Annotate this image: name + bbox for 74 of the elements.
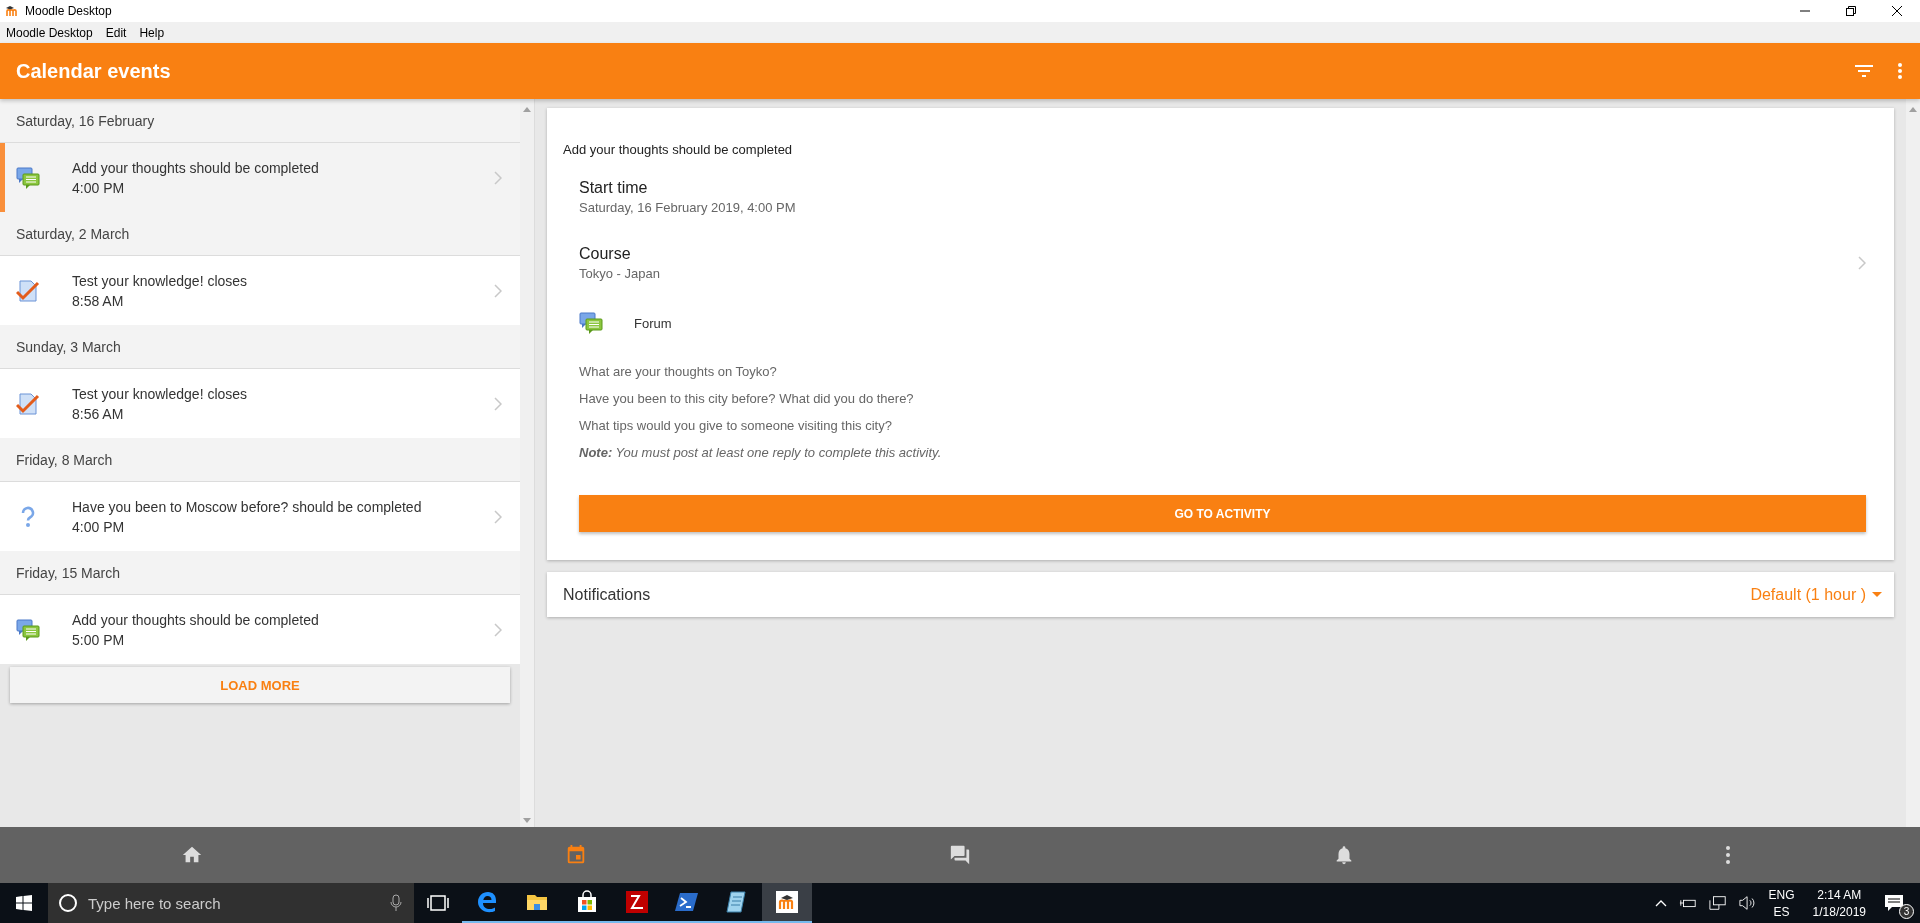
restore-icon — [1846, 6, 1856, 16]
search-bar[interactable]: Type here to search — [48, 883, 414, 923]
shopping-bag-icon — [575, 890, 599, 914]
date-heading: Friday, 15 March — [16, 564, 120, 581]
description-text: Have you been to this city before? What did you do there? — [579, 390, 915, 407]
date-heading: Saturday, 16 February — [16, 112, 155, 129]
circle-icon — [58, 893, 78, 913]
event-time: 5:00 PM — [72, 631, 126, 648]
chat-bubbles-icon — [16, 617, 40, 642]
search-field[interactable]: Type here to search — [86, 893, 382, 913]
description-text: What tips would you give to someone visiting this city? — [579, 417, 893, 434]
field-value: Saturday, 16 February 2019, 4:00 PM — [579, 200, 797, 215]
clock-time[interactable]: 2:14 AM — [1817, 887, 1862, 902]
speaker-icon[interactable] — [1738, 895, 1757, 911]
checked-document-icon — [16, 391, 40, 416]
date-heading: Sunday, 3 March — [16, 338, 121, 355]
event-item[interactable]: Add your thoughts should be completed 5:00 PM — [0, 595, 520, 664]
date-heading: Saturday, 2 March — [16, 225, 130, 242]
notification-count: 3 — [1899, 904, 1914, 919]
event-item[interactable]: Add your thoughts should be completed 4:00 PM — [0, 143, 520, 212]
page-title: Calendar events — [16, 59, 171, 83]
field-label: Start time — [579, 179, 649, 197]
event-title: Test your knowledge! closes — [72, 385, 249, 402]
chevron-right-icon — [494, 396, 502, 411]
terminal-icon — [675, 890, 699, 914]
network-icon[interactable] — [1708, 895, 1727, 911]
event-item[interactable]: Test your knowledge! closes 8:58 AM — [0, 256, 520, 325]
notepad-icon — [725, 890, 749, 914]
task-view-icon — [427, 895, 449, 911]
notifications-label: Notifications — [563, 585, 651, 604]
square-zigzag-icon — [625, 890, 649, 914]
event-title: Have you been to Moscow before? should be completed — [72, 498, 423, 515]
taskbar-app[interactable] — [762, 883, 812, 923]
event-time: 4:00 PM — [72, 518, 126, 535]
event-title: Add your thoughts should be completed — [72, 159, 320, 176]
app-logo-icon — [5, 5, 19, 17]
minimize-icon — [1800, 10, 1810, 12]
field-value[interactable]: Tokyo - Japan — [579, 266, 1858, 281]
date-heading: Friday, 8 March — [16, 451, 113, 468]
moodle-app-icon — [775, 890, 799, 914]
clock-date[interactable]: 1/18/2019 — [1812, 904, 1866, 919]
event-time: 8:56 AM — [72, 405, 125, 422]
menu-item[interactable]: Help — [139, 25, 165, 40]
description-text: What are your thoughts on Toyko? — [579, 363, 778, 380]
window-title: Moodle Desktop — [25, 4, 112, 18]
note-text: Note: You must post at least one reply to complete this activity. — [579, 444, 943, 461]
keyboard-layout[interactable]: ES — [1773, 904, 1790, 919]
checked-document-icon — [16, 278, 40, 303]
notification-center-icon[interactable] — [1884, 894, 1904, 912]
event-item[interactable]: Test your knowledge! closes 8:56 AM — [0, 369, 520, 438]
event-item[interactable]: Have you been to Moscow before? should be completed 4:00 PM — [0, 482, 520, 551]
close-icon — [1892, 6, 1902, 16]
event-title: Add your thoughts should be completed — [563, 142, 794, 157]
dropdown-caret-icon — [1872, 592, 1882, 597]
event-title: Test your knowledge! closes — [72, 272, 249, 289]
menu-item[interactable]: Edit — [105, 25, 127, 40]
event-title: Add your thoughts should be completed — [72, 611, 320, 628]
chevron-up-icon[interactable] — [1654, 899, 1667, 907]
browser-e-icon — [475, 890, 499, 914]
language-indicator[interactable]: ENG — [1768, 887, 1795, 902]
module-name: Forum — [634, 315, 672, 331]
event-time: 4:00 PM — [72, 179, 126, 196]
field-label: Course — [579, 245, 632, 263]
microphone-icon[interactable] — [390, 894, 402, 912]
chat-bubbles-icon — [16, 165, 40, 190]
chevron-right-icon — [494, 170, 502, 185]
chat-bubbles-icon — [579, 311, 603, 335]
chevron-right-icon — [494, 283, 502, 298]
event-time: 8:58 AM — [72, 292, 125, 309]
chevron-right-icon — [494, 509, 502, 524]
scrollbar[interactable] — [1906, 99, 1920, 827]
chevron-right-icon — [494, 622, 502, 637]
menu-item[interactable]: Moodle Desktop — [6, 25, 93, 40]
windows-logo-icon — [16, 895, 32, 911]
